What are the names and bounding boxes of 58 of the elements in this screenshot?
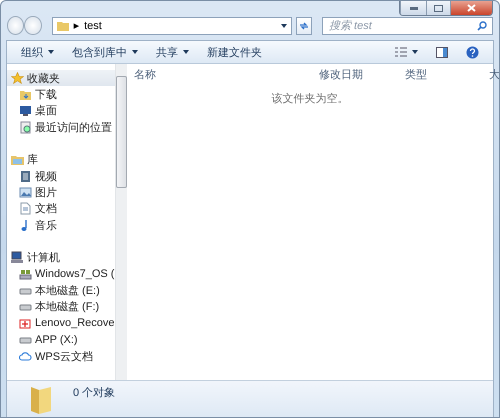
pane-icon	[436, 46, 448, 58]
document-icon	[19, 120, 32, 134]
toolbar-button[interactable]: 组织	[15, 42, 60, 62]
caret-icon	[412, 50, 418, 54]
address-bar[interactable]: ▸ test	[52, 16, 292, 34]
toolbar-button[interactable]: 新建文件夹	[201, 42, 268, 62]
item-count: 0 个对象	[73, 386, 116, 402]
breadcrumb-arrow: ▸	[74, 19, 80, 32]
empty-folder-message: 该文件夹为空。	[270, 92, 350, 106]
refresh-button[interactable]	[296, 16, 312, 34]
nav-item[interactable]: Windows7_OS (	[7, 266, 115, 282]
toolbar-button[interactable]: 包含到库中	[66, 42, 144, 62]
drive-icon	[19, 268, 32, 281]
nav-item[interactable]: 最近访问的位置	[7, 119, 115, 136]
cloud-icon	[19, 350, 32, 363]
breadcrumb-item[interactable]: test	[84, 20, 102, 32]
picture-icon	[19, 186, 32, 200]
nav-item[interactable]: 本地磁盘 (F:)	[7, 298, 115, 316]
minimize-icon	[410, 6, 418, 10]
nav-item[interactable]: 音乐	[7, 217, 115, 234]
nav-item[interactable]: 视频	[7, 168, 115, 184]
maximize-icon	[434, 4, 443, 12]
film-icon	[19, 170, 32, 183]
nav-item[interactable]: 收藏夹	[7, 70, 115, 86]
toolbar-button[interactable]: 共享	[150, 42, 195, 62]
document-icon	[19, 202, 32, 216]
help-icon	[466, 46, 479, 58]
refresh-icon	[298, 20, 309, 30]
search-field[interactable]: 搜索 test	[322, 16, 493, 34]
column-header[interactable]: 修改日期	[319, 66, 405, 82]
nav-item[interactable]: 计算机	[7, 250, 115, 266]
maximize-button[interactable]	[426, 1, 450, 15]
scrollbar[interactable]	[114, 64, 127, 380]
folder-icon	[11, 153, 24, 166]
nav-item[interactable]: 库	[7, 152, 115, 168]
minimize-button[interactable]	[400, 1, 426, 15]
close-icon	[467, 4, 476, 12]
column-header[interactable]: 名称	[134, 66, 319, 82]
nav-item[interactable]: 本地磁盘 (E:)	[7, 282, 115, 299]
search-icon	[477, 20, 487, 30]
list-view-icon	[395, 47, 407, 57]
star-icon	[11, 72, 24, 85]
nav-item[interactable]: 文档	[7, 200, 115, 218]
column-header[interactable]: 类型	[405, 66, 489, 82]
close-button[interactable]	[450, 1, 492, 15]
nav-item[interactable]: Lenovo_Recove	[7, 315, 115, 332]
monitor-icon	[19, 104, 32, 118]
nav-item[interactable]: 桌面	[7, 102, 115, 120]
recovery-icon	[19, 316, 32, 330]
folder-icon	[56, 20, 69, 32]
nav-item[interactable]: APP (X:)	[7, 331, 115, 348]
folder-icon	[29, 385, 53, 416]
nav-item[interactable]: 下载	[7, 86, 115, 103]
computer-icon	[11, 251, 24, 264]
caret-icon	[280, 24, 287, 28]
folder-icon	[19, 88, 32, 102]
nav-item[interactable]: 图片	[7, 184, 115, 201]
nav-item[interactable]: WPS云文档	[7, 348, 115, 364]
